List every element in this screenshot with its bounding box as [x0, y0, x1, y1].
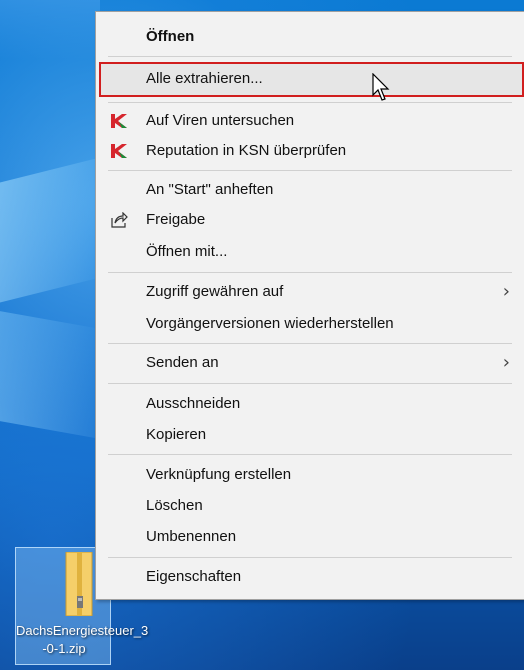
mouse-cursor-icon — [372, 73, 390, 101]
menu-item-ausschneiden[interactable]: Ausschneiden — [96, 389, 524, 419]
menu-item-label: Freigabe — [146, 211, 206, 228]
menu-item-umbenennen[interactable]: Umbenennen — [96, 522, 524, 552]
menu-separator — [108, 272, 512, 273]
menu-item-reputation-ksn[interactable]: Reputation in KSN überprüfen — [96, 136, 524, 166]
menu-separator — [108, 343, 512, 344]
menu-separator — [108, 383, 512, 384]
menu-item-loeschen[interactable]: Löschen — [96, 491, 524, 521]
menu-item-label: Öffnen mit... — [146, 243, 228, 260]
context-menu: Öffnen Alle extrahieren... Auf Viren unt… — [95, 11, 524, 600]
menu-item-freigabe[interactable]: Freigabe — [96, 205, 524, 235]
kaspersky-icon — [111, 144, 127, 158]
menu-item-label: Vorgängerversionen wiederherstellen — [146, 315, 394, 332]
file-name-line: DachsEnergiesteuer_3 — [16, 623, 149, 638]
menu-item-label: Alle extrahieren... — [146, 70, 263, 87]
menu-item-an-start-anheften[interactable]: An "Start" anheften — [96, 175, 524, 205]
menu-item-oeffnen[interactable]: Öffnen — [96, 22, 524, 52]
chevron-right-icon: › — [502, 352, 510, 373]
menu-item-label: Ausschneiden — [146, 395, 241, 412]
zip-folder-icon — [65, 552, 93, 616]
menu-item-label: Reputation in KSN überprüfen — [146, 142, 347, 159]
menu-item-label: Zugriff gewähren auf — [146, 283, 284, 300]
desktop-file-label[interactable]: DachsEnergiesteuer_3 -0-1.zip — [16, 622, 149, 658]
kaspersky-icon — [111, 114, 127, 128]
menu-item-label: Kopieren — [146, 426, 207, 443]
menu-item-label: Senden an — [146, 354, 219, 371]
menu-item-eigenschaften[interactable]: Eigenschaften — [96, 562, 524, 592]
wallpaper-beam — [0, 311, 100, 439]
wallpaper-beam — [0, 157, 100, 303]
wallpaper-light — [0, 0, 100, 60]
menu-item-label: Öffnen — [146, 28, 195, 45]
menu-item-label: Löschen — [146, 497, 203, 514]
menu-item-label: Umbenennen — [146, 528, 237, 545]
menu-item-auf-viren-untersuchen[interactable]: Auf Viren untersuchen — [96, 106, 524, 136]
menu-separator — [108, 56, 512, 57]
menu-item-label: Eigenschaften — [146, 568, 242, 585]
share-icon — [111, 212, 128, 228]
menu-item-alle-extrahieren[interactable]: Alle extrahieren... — [96, 64, 524, 94]
menu-item-verknuepfung-erstellen[interactable]: Verknüpfung erstellen — [96, 460, 524, 490]
menu-item-label: An "Start" anheften — [146, 181, 274, 198]
menu-item-oeffnen-mit[interactable]: Öffnen mit... — [96, 237, 524, 267]
menu-separator — [108, 454, 512, 455]
menu-item-label: Verknüpfung erstellen — [146, 466, 292, 483]
menu-item-kopieren[interactable]: Kopieren — [96, 420, 524, 450]
menu-item-label: Auf Viren untersuchen — [146, 112, 295, 129]
menu-separator — [108, 102, 512, 103]
menu-item-vorgaengerversionen[interactable]: Vorgängerversionen wiederherstellen — [96, 309, 524, 339]
menu-item-zugriff-gewaehren[interactable]: Zugriff gewähren auf › — [96, 277, 524, 307]
file-name-line: -0-1.zip — [42, 641, 86, 656]
menu-item-senden-an[interactable]: Senden an › — [96, 348, 524, 378]
chevron-right-icon: › — [502, 281, 510, 302]
menu-separator — [108, 170, 512, 171]
menu-separator — [108, 557, 512, 558]
